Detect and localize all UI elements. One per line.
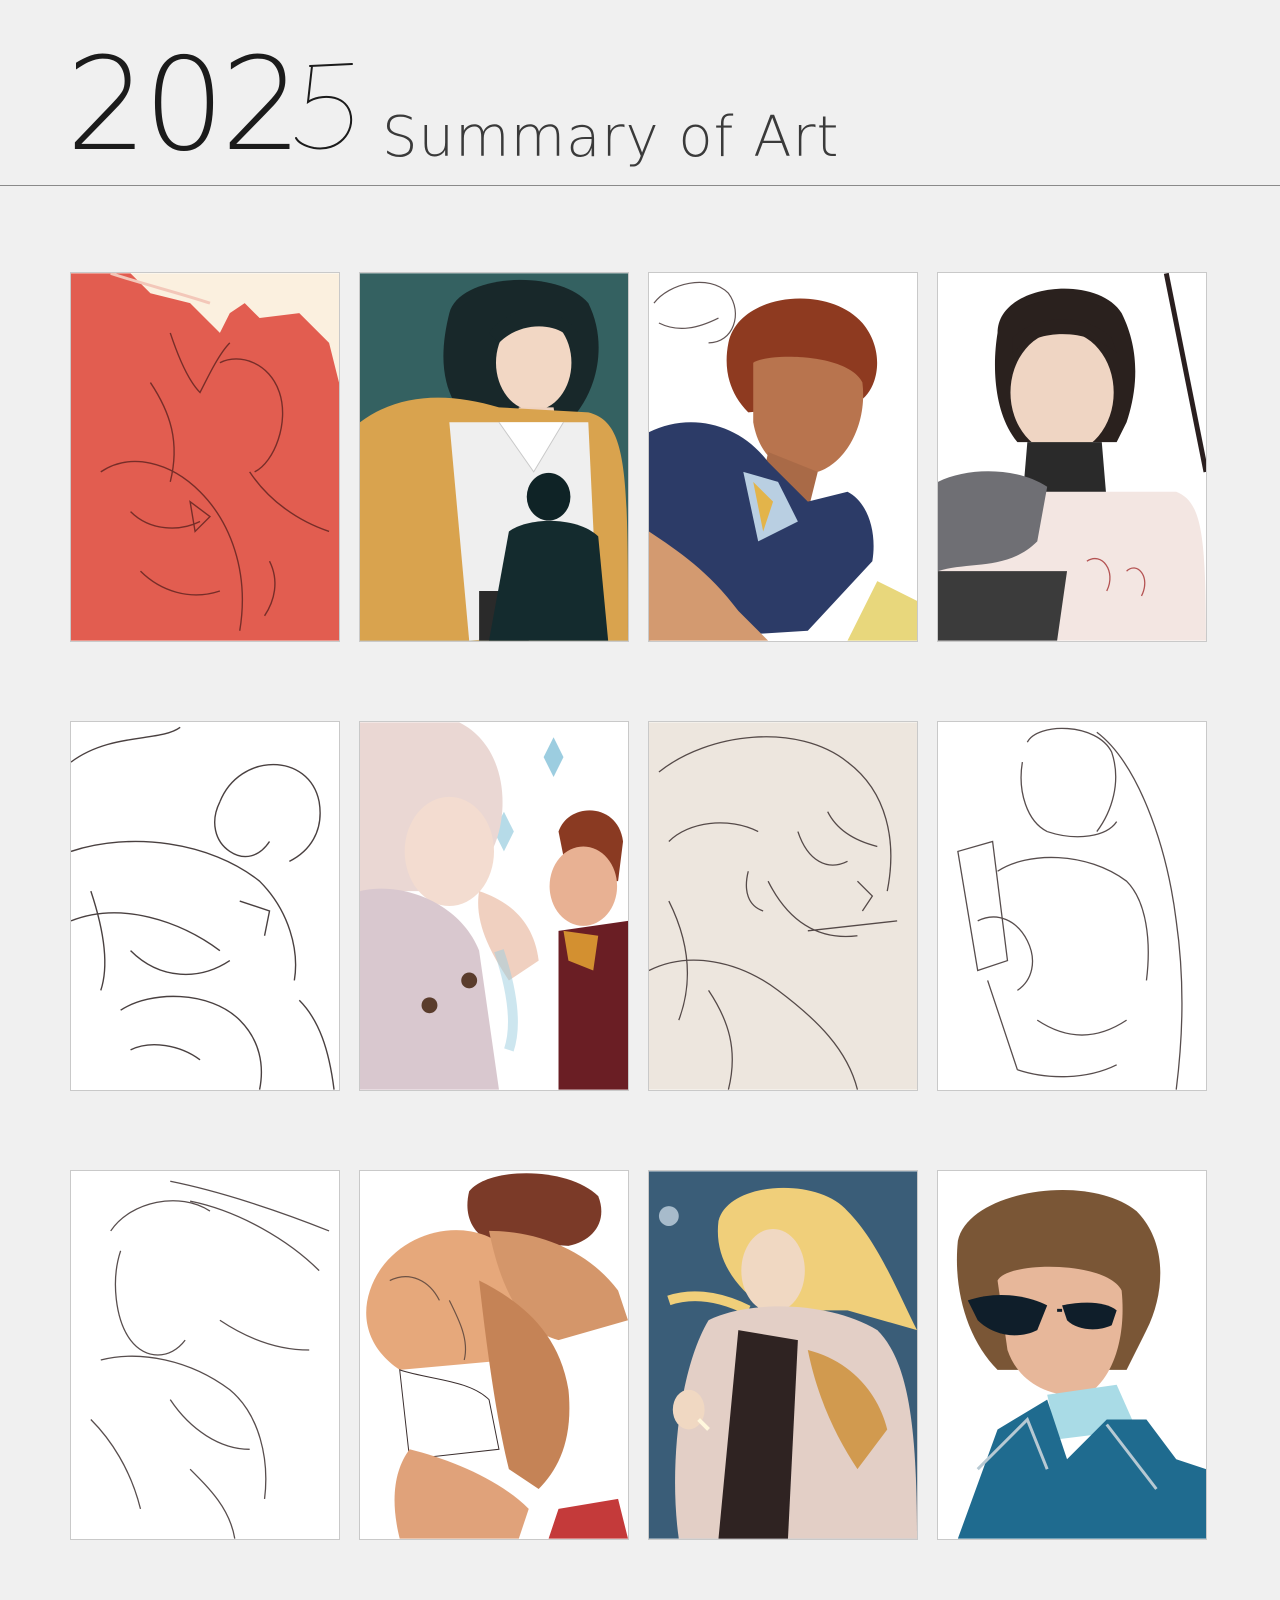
artwork-illustration [360, 273, 628, 641]
artwork-couple-embrace-painted[interactable] [359, 1170, 629, 1540]
artwork-woman-yellow-cardigan[interactable] [359, 272, 629, 642]
artwork-line-sketch-1[interactable] [70, 721, 340, 1091]
artwork-illustration [71, 273, 339, 641]
artwork-glasses-sketch[interactable] [648, 721, 918, 1091]
artwork-dark-hair-armor[interactable] [937, 272, 1207, 642]
artwork-line-sketch-2[interactable] [70, 1170, 340, 1540]
artwork-illustration [649, 273, 917, 641]
artwork-illustration [71, 1171, 339, 1539]
artwork-couple-pastel[interactable] [359, 721, 629, 1091]
artwork-man-sunglasses-blue-coat[interactable] [937, 1170, 1207, 1540]
artwork-couple-red-sketch[interactable] [70, 272, 340, 642]
artwork-blonde-cloak[interactable] [648, 1170, 918, 1540]
artwork-grid [0, 0, 1280, 1600]
artwork-illustration [71, 722, 339, 1090]
artwork-illustration [649, 722, 917, 1090]
artwork-illustration [938, 273, 1206, 641]
artwork-illustration [938, 1171, 1206, 1539]
artwork-illustration [360, 722, 628, 1090]
artwork-redhead-man-suit[interactable] [648, 272, 918, 642]
artwork-illustration [649, 1171, 917, 1539]
artwork-illustration [360, 1171, 628, 1539]
artwork-illustration [938, 722, 1206, 1090]
artwork-girl-book-sketch[interactable] [937, 721, 1207, 1091]
